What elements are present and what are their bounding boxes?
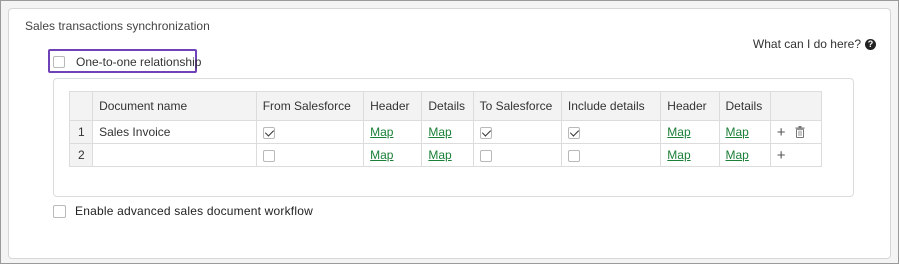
include-details-cell (560, 143, 662, 167)
one-to-one-checkbox[interactable] (53, 56, 65, 68)
plus-icon[interactable]: + (777, 148, 786, 163)
details-from-cell: Map (421, 143, 474, 167)
map-details-to-link[interactable]: Map (726, 148, 749, 162)
advanced-workflow-label: Enable advanced sales document workflow (75, 204, 313, 218)
to-salesforce-cell (472, 120, 562, 144)
include-details-checkbox[interactable] (567, 126, 580, 139)
col-header-header-from: Header (363, 91, 423, 121)
from-salesforce-cell (255, 143, 365, 167)
col-header-document-name: Document name (92, 91, 257, 121)
to-salesforce-cell (472, 143, 562, 167)
mapping-table: Document name From Salesforce Header Det… (68, 91, 823, 167)
details-from-cell: Map (421, 120, 474, 144)
from-salesforce-cell (255, 120, 365, 144)
map-details-from-link[interactable]: Map (428, 125, 451, 139)
help-link-label: What can I do here? (752, 37, 861, 51)
col-header-include-details: Include details (560, 91, 662, 121)
header-to-cell: Map (660, 143, 720, 167)
mapping-table-container: Document name From Salesforce Header Det… (53, 78, 854, 197)
row-actions-cell: + (769, 143, 823, 167)
table-row: 1 Sales Invoice Map Map Map Map + (68, 120, 823, 144)
row-number: 2 (68, 143, 94, 167)
one-to-one-label: One-to-one relationship (76, 55, 202, 69)
col-header-num (68, 91, 94, 121)
from-salesforce-checkbox[interactable] (262, 149, 275, 162)
section-title: Sales transactions synchronization (25, 19, 210, 33)
header-to-cell: Map (660, 120, 720, 144)
map-details-from-link[interactable]: Map (428, 148, 451, 162)
details-to-cell: Map (718, 120, 771, 144)
document-name-cell[interactable]: Sales Invoice (92, 120, 257, 144)
details-to-cell: Map (718, 143, 771, 167)
advanced-workflow-option[interactable]: Enable advanced sales document workflow (53, 204, 313, 218)
col-header-header-to: Header (660, 91, 720, 121)
document-name-cell[interactable] (92, 143, 257, 167)
to-salesforce-checkbox[interactable] (479, 149, 492, 162)
include-details-checkbox[interactable] (567, 149, 580, 162)
include-details-cell (560, 120, 662, 144)
map-header-from-link[interactable]: Map (370, 125, 393, 139)
from-salesforce-checkbox[interactable] (262, 126, 275, 139)
header-from-cell: Map (363, 120, 423, 144)
col-header-details-to: Details (718, 91, 771, 121)
col-header-to-salesforce: To Salesforce (472, 91, 562, 121)
col-header-from-salesforce: From Salesforce (255, 91, 365, 121)
one-to-one-option[interactable]: One-to-one relationship (53, 55, 201, 69)
to-salesforce-checkbox[interactable] (479, 126, 492, 139)
map-header-to-link[interactable]: Map (667, 148, 690, 162)
trash-icon[interactable] (795, 124, 805, 139)
advanced-workflow-checkbox[interactable] (53, 204, 66, 218)
row-actions-cell: + (769, 120, 823, 144)
col-header-actions (769, 91, 823, 121)
table-header-row: Document name From Salesforce Header Det… (68, 91, 823, 121)
row-number: 1 (68, 120, 94, 144)
header-from-cell: Map (363, 143, 423, 167)
map-details-to-link[interactable]: Map (726, 125, 749, 139)
help-link[interactable]: What can I do here? ? (753, 37, 876, 51)
table-row: 2 Map Map Map Map + (68, 143, 823, 167)
plus-icon[interactable]: + (777, 125, 786, 140)
map-header-from-link[interactable]: Map (370, 148, 393, 162)
question-icon: ? (865, 38, 876, 50)
screenshot-frame: Sales transactions synchronization What … (0, 0, 899, 264)
col-header-details-from: Details (421, 91, 474, 121)
map-header-to-link[interactable]: Map (667, 125, 690, 139)
